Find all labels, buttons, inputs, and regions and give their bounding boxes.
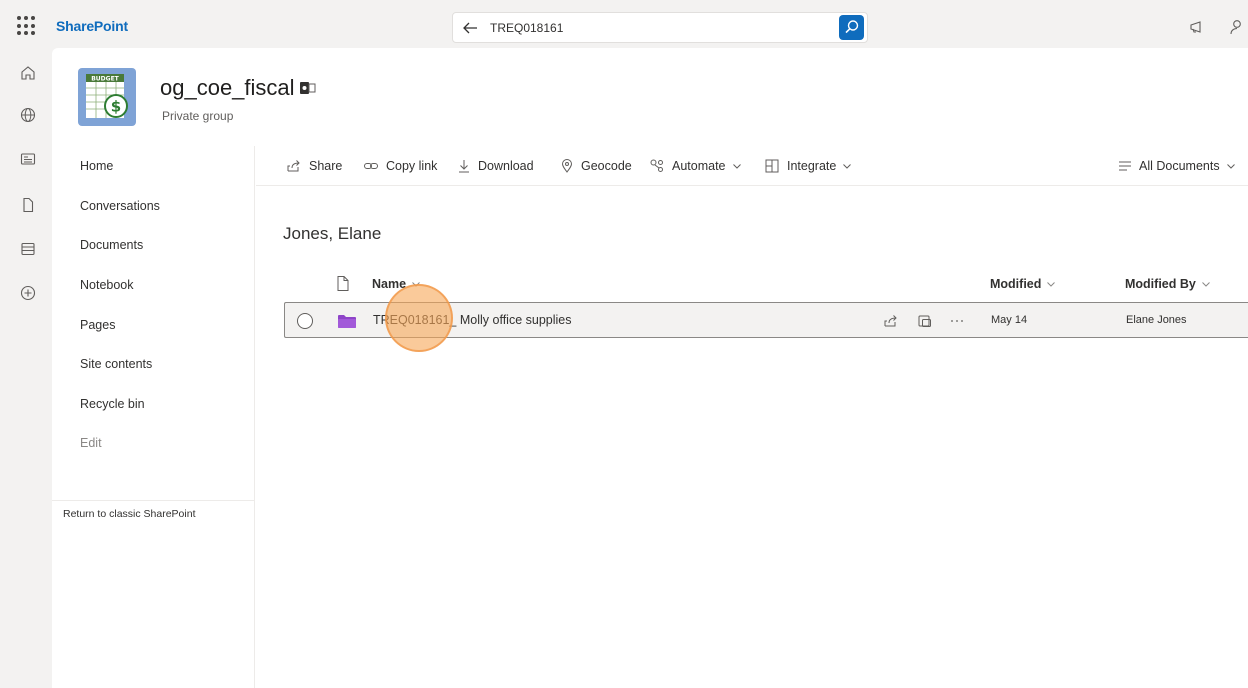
row-name-link[interactable]: TREQ018161_ Molly office supplies bbox=[373, 313, 572, 327]
svg-text:$: $ bbox=[111, 98, 121, 116]
site-left-nav: Home Conversations Documents Notebook Pa… bbox=[52, 146, 255, 688]
person-icon[interactable] bbox=[1228, 18, 1246, 36]
nav-item-notebook[interactable]: Notebook bbox=[80, 275, 134, 295]
download-icon bbox=[459, 160, 469, 173]
return-to-classic-link[interactable]: Return to classic SharePoint bbox=[63, 508, 195, 520]
nav-item-conversations[interactable]: Conversations bbox=[80, 196, 160, 216]
chevron-down-icon bbox=[1226, 164, 1235, 169]
back-arrow-icon[interactable] bbox=[461, 19, 479, 37]
globe-icon[interactable] bbox=[19, 106, 37, 124]
file-icon[interactable] bbox=[19, 196, 37, 214]
chevron-down-icon bbox=[1201, 282, 1210, 287]
integrate-menu[interactable]: Integrate bbox=[764, 157, 852, 175]
folder-title: Jones, Elane bbox=[283, 224, 382, 243]
automate-menu[interactable]: Automate bbox=[649, 157, 742, 175]
site-logo[interactable]: BUDGET $ bbox=[78, 68, 136, 126]
download-button[interactable]: Download bbox=[457, 157, 534, 175]
column-header-modified-label: Modified bbox=[990, 277, 1042, 291]
copy-link-icon[interactable] bbox=[917, 313, 933, 329]
share-icon bbox=[287, 160, 300, 172]
row-modified-date: May 14 bbox=[991, 314, 1028, 326]
nav-item-edit[interactable]: Edit bbox=[80, 433, 102, 453]
view-list-icon bbox=[1119, 161, 1131, 171]
view-switcher[interactable]: All Documents bbox=[1118, 157, 1236, 175]
copy-link-button[interactable]: Copy link bbox=[363, 157, 437, 175]
chevron-down-icon bbox=[412, 282, 420, 287]
site-title[interactable]: og_coe_fiscal bbox=[160, 75, 295, 101]
site-privacy-label: Private group bbox=[162, 109, 234, 123]
home-icon[interactable] bbox=[19, 64, 37, 82]
command-bar: Share Copy link Download Geocode Automat… bbox=[256, 146, 1248, 186]
nav-item-recycle-bin[interactable]: Recycle bin bbox=[80, 394, 145, 414]
automate-label: Automate bbox=[672, 159, 726, 173]
megaphone-icon[interactable] bbox=[1188, 18, 1206, 36]
geocode-button[interactable]: Geocode bbox=[560, 157, 632, 175]
share-button[interactable]: Share bbox=[286, 157, 342, 175]
column-header-modified-by[interactable]: Modified By bbox=[1125, 274, 1211, 294]
search-icon bbox=[845, 20, 859, 34]
logo-text: BUDGET bbox=[91, 76, 119, 83]
outlook-group-icon[interactable] bbox=[300, 81, 316, 95]
row-modified-by[interactable]: Elane Jones bbox=[1126, 314, 1187, 326]
news-icon[interactable] bbox=[19, 150, 37, 168]
nav-item-documents[interactable]: Documents bbox=[80, 235, 143, 255]
chevron-down-icon bbox=[732, 164, 741, 169]
file-type-header-icon[interactable] bbox=[336, 275, 350, 292]
search-button[interactable] bbox=[839, 15, 864, 40]
share-label: Share bbox=[309, 159, 343, 173]
view-label: All Documents bbox=[1139, 159, 1220, 173]
share-icon[interactable] bbox=[883, 313, 899, 329]
geocode-label: Geocode bbox=[581, 159, 632, 173]
nav-item-pages[interactable]: Pages bbox=[80, 315, 115, 335]
chevron-down-icon bbox=[843, 164, 852, 169]
integrate-icon bbox=[765, 159, 779, 173]
integrate-label: Integrate bbox=[787, 159, 837, 173]
column-header-name[interactable]: Name bbox=[372, 274, 421, 294]
download-label: Download bbox=[478, 159, 534, 173]
more-options-icon[interactable] bbox=[949, 313, 965, 329]
search-input[interactable]: TREQ018161 bbox=[490, 21, 563, 35]
column-header-name-label: Name bbox=[372, 277, 407, 291]
app-launcher-icon[interactable] bbox=[17, 16, 37, 36]
column-header-modified[interactable]: Modified bbox=[990, 274, 1056, 294]
search-box[interactable]: TREQ018161 bbox=[452, 12, 868, 43]
suite-bar: SharePoint TREQ018161 bbox=[0, 0, 1248, 54]
map-pin-icon bbox=[561, 159, 573, 173]
main-surface: BUDGET $ og_coe_fiscal Private group Hom… bbox=[52, 48, 1248, 688]
app-rail bbox=[0, 54, 52, 688]
nav-divider bbox=[52, 500, 255, 501]
nav-item-home[interactable]: Home bbox=[80, 156, 113, 176]
column-header-modified-by-label: Modified By bbox=[1125, 277, 1196, 291]
nav-item-site-contents[interactable]: Site contents bbox=[80, 354, 152, 374]
sharepoint-brand-link[interactable]: SharePoint bbox=[56, 18, 128, 34]
copy-link-label: Copy link bbox=[386, 159, 438, 173]
table-row[interactable]: TREQ018161_ Molly office supplies May 14… bbox=[284, 302, 1248, 338]
automate-icon bbox=[650, 159, 663, 172]
site-header: BUDGET $ og_coe_fiscal Private group bbox=[52, 48, 1248, 146]
chevron-down-icon bbox=[1047, 282, 1056, 287]
list-icon[interactable] bbox=[19, 240, 37, 258]
plus-circle-icon[interactable] bbox=[19, 284, 37, 302]
budget-logo-icon: BUDGET $ bbox=[86, 74, 128, 118]
link-icon bbox=[364, 163, 378, 169]
row-select-checkbox[interactable] bbox=[297, 313, 313, 329]
folder-icon bbox=[338, 315, 356, 328]
